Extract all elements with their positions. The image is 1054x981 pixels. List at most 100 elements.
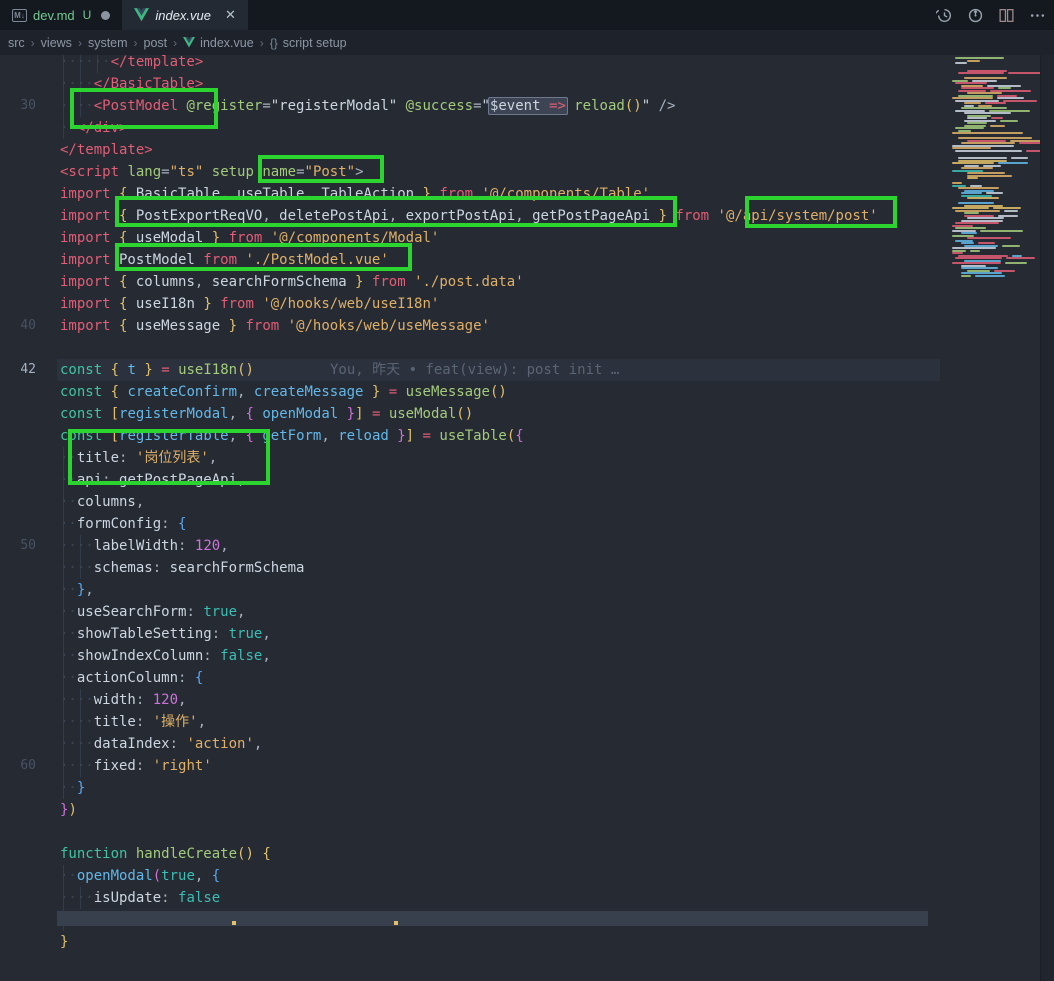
breadcrumb-item-src[interactable]: src: [8, 36, 25, 50]
code-token: ,: [209, 450, 217, 466]
code-token: ····: [60, 714, 94, 730]
minimap[interactable]: [944, 55, 1040, 981]
code-line[interactable]: ····schemas: searchFormSchema: [0, 557, 944, 579]
code-line[interactable]: <script lang="ts" setup name="Post">: [0, 161, 944, 183]
compass-icon[interactable]: [967, 7, 984, 24]
markdown-icon: M↓: [12, 9, 27, 22]
code-line[interactable]: ······</template>: [0, 55, 944, 73]
code-line[interactable]: import { useModal } from '@/components/M…: [0, 227, 944, 249]
breadcrumb-label: system: [88, 36, 128, 50]
code-line[interactable]: ··}: [0, 777, 944, 799]
code-token: '@/hooks/web/useI18n': [262, 296, 439, 312]
code-line[interactable]: ····dataIndex: 'action',: [0, 733, 944, 755]
code-line[interactable]: ····</BasicTable>: [0, 73, 944, 95]
breadcrumb-item-script-setup[interactable]: {}script setup: [270, 36, 347, 50]
breadcrumb-item-system[interactable]: system: [88, 36, 128, 50]
code-line[interactable]: ··title: '岗位列表',: [0, 447, 944, 469]
code-token: =: [423, 428, 431, 444]
minimap-line: [952, 132, 1023, 134]
code-line[interactable]: </template>: [0, 139, 944, 161]
code-line[interactable]: const [registerTable, { getForm, reload …: [0, 425, 944, 447]
code-line[interactable]: 40import { useMessage } from '@/hooks/we…: [0, 315, 944, 337]
minimap-line: [998, 162, 1028, 164]
code-line[interactable]: ····isUpdate: false: [0, 887, 944, 909]
scrollbar[interactable]: [1040, 55, 1054, 981]
breadcrumb-label: script setup: [283, 36, 347, 50]
code-token: true: [229, 626, 263, 642]
code-token: =>: [549, 98, 566, 114]
code-token: t: [119, 362, 144, 378]
code-token: handleCreate: [136, 846, 237, 862]
code-token: schemas: [94, 560, 153, 576]
breadcrumb-item-views[interactable]: views: [41, 36, 72, 50]
code-token: ··: [60, 120, 77, 136]
code-line[interactable]: }): [0, 799, 944, 821]
code-line[interactable]: ··showIndexColumn: false,: [0, 645, 944, 667]
code-line[interactable]: import { columns, searchFormSchema } fro…: [0, 271, 944, 293]
more-actions-icon[interactable]: [1029, 7, 1046, 24]
code-token: ······: [60, 55, 111, 70]
code-line[interactable]: 30····<PostModel @register="registerModa…: [0, 95, 944, 117]
code-line[interactable]: import { PostExportReqVO, deletePostApi,…: [0, 205, 944, 227]
code-editor[interactable]: ······</template>····</BasicTable>30····…: [0, 55, 944, 981]
minimap-line: [1011, 157, 1027, 159]
tab-index-vue[interactable]: index.vue ✕: [122, 0, 248, 30]
code-token: getPostPageApi: [524, 208, 659, 224]
code-line[interactable]: ··openModal(true, {: [0, 865, 944, 887]
code-line[interactable]: ··},: [0, 579, 944, 601]
code-line[interactable]: ··showTableSetting: true,: [0, 623, 944, 645]
code-line[interactable]: const [registerModal, { openModal }] = u…: [0, 403, 944, 425]
editor-tab-bar: M↓ dev.md U index.vue ✕: [0, 0, 1054, 30]
code-line[interactable]: [0, 953, 944, 975]
code-token: ····: [60, 560, 94, 576]
minimap-line: [955, 227, 986, 229]
code-line[interactable]: function handleCreate() {: [0, 843, 944, 865]
code-line[interactable]: 50····labelWidth: 120,: [0, 535, 944, 557]
code-line[interactable]: [0, 337, 944, 359]
code-token: createMessage: [245, 384, 371, 400]
minimap-line: [1000, 120, 1017, 122]
code-line[interactable]: ····width: 120,: [0, 689, 944, 711]
code-token: =: [473, 98, 481, 114]
code-token: ··: [60, 780, 77, 796]
code-line[interactable]: const { createConfirm, createMessage } =…: [0, 381, 944, 403]
breadcrumb-label: index.vue: [200, 36, 254, 50]
code-token: [220, 626, 228, 642]
code-line[interactable]: 42const { t } = useI18n()You, 昨天 • feat(…: [0, 359, 944, 381]
code-token: formConfig: [77, 516, 161, 532]
close-icon[interactable]: ✕: [225, 7, 236, 23]
code-line[interactable]: import { BasicTable, useTable, TableActi…: [0, 183, 944, 205]
code-line[interactable]: ··useSearchForm: true,: [0, 601, 944, 623]
code-line[interactable]: ··formConfig: {: [0, 513, 944, 535]
code-line[interactable]: ··</div>: [0, 117, 944, 139]
code-line[interactable]: }: [0, 931, 944, 953]
code-token: }: [659, 208, 667, 224]
history-icon[interactable]: [936, 7, 953, 24]
code-token: ····: [60, 98, 94, 114]
code-line[interactable]: [0, 821, 944, 843]
code-token: from: [245, 318, 279, 334]
minimap-line: [961, 272, 1002, 274]
code-token: $event: [490, 98, 541, 114]
code-line[interactable]: ····title: '操作',: [0, 711, 944, 733]
code-token: ····: [60, 758, 94, 774]
code-line[interactable]: import PostModel from './PostModel.vue': [0, 249, 944, 271]
code-line[interactable]: import { useI18n } from '@/hooks/web/use…: [0, 293, 944, 315]
code-token: {: [178, 516, 186, 532]
clipped-glyph: [232, 921, 236, 925]
breadcrumb-item-index-vue[interactable]: index.vue: [183, 36, 254, 50]
minimap-line: [952, 207, 989, 209]
code-token: (: [153, 868, 161, 884]
unsaved-dot-icon[interactable]: [101, 11, 110, 20]
code-token: (): [625, 98, 642, 114]
code-token: (): [237, 846, 254, 862]
breadcrumb-item-post[interactable]: post: [144, 36, 168, 50]
git-status-badge: U: [83, 8, 92, 22]
code-line[interactable]: ··api: getPostPageApi,: [0, 469, 944, 491]
line-number: 60: [0, 755, 36, 777]
code-line[interactable]: ··actionColumn: {: [0, 667, 944, 689]
split-editor-icon[interactable]: [998, 7, 1015, 24]
code-line[interactable]: ··columns,: [0, 491, 944, 513]
tab-dev-md[interactable]: M↓ dev.md U: [0, 0, 122, 30]
code-line[interactable]: 60····fixed: 'right': [0, 755, 944, 777]
